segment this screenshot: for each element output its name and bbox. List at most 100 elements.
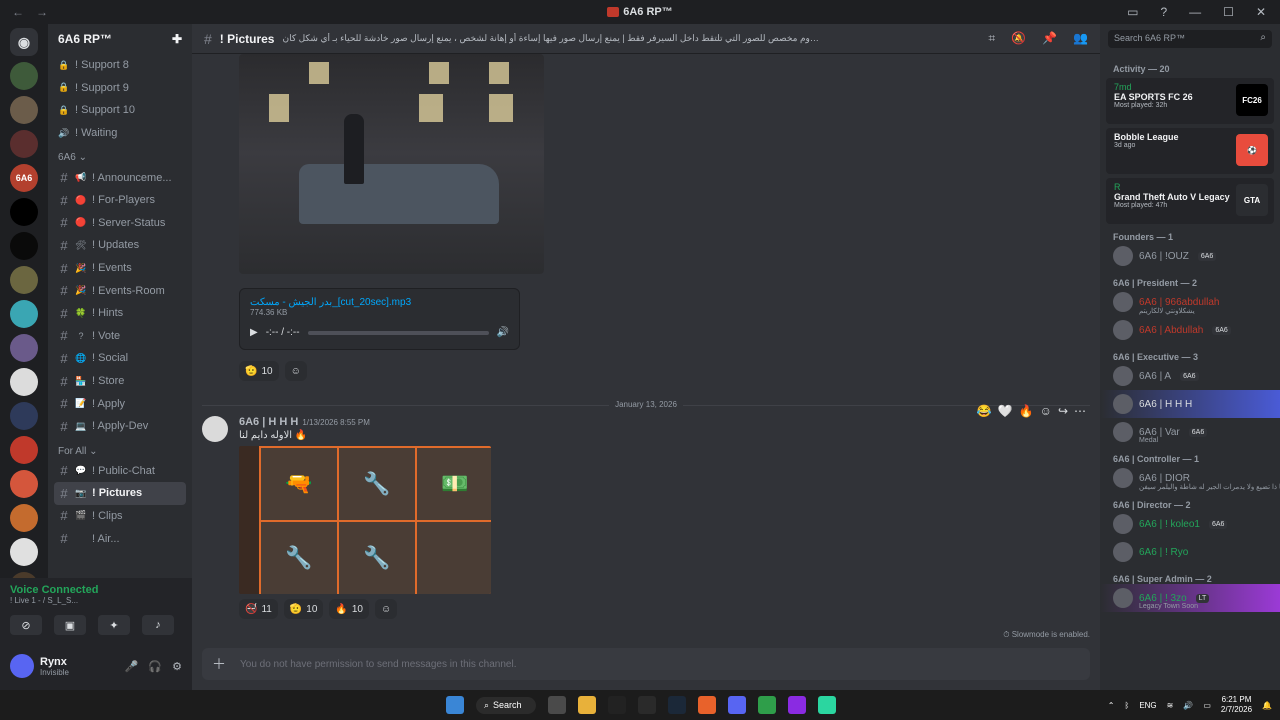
member-item[interactable]: 6A6 | ! koleo1 6A6 (1100, 510, 1280, 538)
maximize-button[interactable]: ☐ (1223, 5, 1234, 19)
member-item[interactable]: 6A6 | Abdullah 6A6 (1100, 316, 1280, 344)
member-item[interactable]: 6A6 | ! 3zo LT Legacy Town Soon (1100, 584, 1280, 612)
screen-share-button[interactable]: ▣ (54, 615, 86, 635)
channel-apply-dev[interactable]: # 💻! Apply-Dev (48, 415, 192, 438)
next-icon[interactable] (787, 696, 806, 714)
channel-apply[interactable]: # 📝! Apply (48, 392, 192, 415)
language-indicator[interactable]: ENG (1139, 701, 1156, 710)
play-icon[interactable]: ▶ (250, 327, 258, 338)
add-reaction-icon[interactable]: ☺ (1040, 404, 1052, 418)
server-icon[interactable] (10, 436, 38, 464)
activity-header[interactable]: Activity — 20 (1100, 64, 1280, 74)
activities-button[interactable]: ✦ (98, 615, 130, 635)
server-header[interactable]: 6A6 RP™ ✚ (48, 24, 192, 54)
category-6a6[interactable]: 6A6 ⌄ (48, 144, 192, 166)
server-icon[interactable] (10, 334, 38, 362)
avatar[interactable] (202, 416, 228, 442)
epic-games-icon[interactable] (607, 696, 626, 714)
soundboard-button[interactable]: ♪ (142, 615, 174, 635)
windows-start-icon[interactable] (446, 696, 464, 714)
server-icon[interactable] (10, 368, 38, 396)
gear-icon[interactable]: ⚙ (172, 660, 182, 673)
member-item[interactable]: 6A6 | DIOR يا ذا تضيع ولا يدمرات الجير له… (1100, 464, 1280, 492)
category-for-all[interactable]: For All ⌄ (48, 438, 192, 460)
volume-icon[interactable]: 🔊 (497, 327, 509, 338)
minimize-button[interactable]: — (1189, 5, 1201, 19)
channel-events-room[interactable]: # 🎉! Events-Room (48, 279, 192, 302)
audio-file-link[interactable]: بدر الجيش - مسكت_[cut_20sec].mp3 (250, 297, 509, 308)
member-item[interactable]: 6A6 | !OUZ 6A6 (1100, 242, 1280, 270)
server-icon[interactable] (10, 266, 38, 294)
reaction-laugh-icon[interactable]: 😂 (977, 404, 992, 418)
channel-support-9[interactable]: 🔒! Support 9 (48, 77, 192, 100)
forward-arrow-icon[interactable]: → (36, 5, 48, 19)
activity-card[interactable]: R Grand Theft Auto V Legacy Most played:… (1106, 178, 1274, 224)
reaction-fire[interactable]: 🔥 10 (329, 599, 369, 619)
discord-home-icon[interactable]: ◉ (10, 28, 38, 56)
activity-card[interactable]: 7md EA SPORTS FC 26 Most played: 32h FC2… (1106, 78, 1274, 124)
channel-support-10[interactable]: 🔒! Support 10 (48, 99, 192, 122)
taskbar-search[interactable]: ⌕ Search (476, 696, 536, 714)
more-icon[interactable]: ⋯ (1074, 404, 1086, 418)
help-icon[interactable]: ? (1160, 5, 1167, 19)
channel-for-players[interactable]: # 🔴! For-Players (48, 189, 192, 212)
clock[interactable]: 6:21 PM 2/7/2026 (1221, 695, 1252, 715)
notification-icon[interactable]: 🔔 (1262, 701, 1272, 710)
app-icon[interactable] (817, 696, 836, 714)
threads-icon[interactable]: ⌗ (988, 31, 995, 46)
bluetooth-icon[interactable]: ᛒ (1125, 701, 1130, 710)
channel-store[interactable]: # 🏪! Store (48, 370, 192, 393)
server-icon[interactable] (10, 470, 38, 498)
server-icon[interactable] (10, 130, 38, 158)
member-item[interactable]: 6A6 | A 6A6 (1100, 362, 1280, 390)
member-item[interactable]: 6A6 | H H H (1100, 390, 1280, 418)
steam-icon[interactable] (667, 696, 686, 714)
member-list-icon[interactable]: 👥 (1073, 31, 1088, 46)
reaction-fire-icon[interactable]: 🔥 (1019, 404, 1034, 418)
close-button[interactable]: ✕ (1256, 5, 1266, 19)
app-icon[interactable] (637, 696, 656, 714)
mute-icon[interactable]: 🔕 (1011, 31, 1026, 46)
channel-public-chat[interactable]: # 💬! Public-Chat (48, 460, 192, 483)
channel-server-status[interactable]: # 🔴! Server-Status (48, 212, 192, 235)
wifi-icon[interactable]: ≋ (1167, 701, 1174, 710)
channel-topic[interactable]: هذا الروم مخصص للصور التي تلتقط داخل الس… (282, 33, 822, 44)
firefox-icon[interactable] (697, 696, 716, 714)
server-icon-6a6[interactable]: 6A6 (10, 164, 38, 192)
headphones-icon[interactable]: 🎧 (148, 660, 162, 673)
plus-icon[interactable]: ＋ (212, 654, 226, 674)
reaction-salute[interactable]: 🫡 10 (239, 361, 279, 381)
battery-icon[interactable]: ▭ (1203, 701, 1211, 710)
member-item[interactable]: 6A6 | 966abdullah يشكلاونتي لالكاريتم (1100, 288, 1280, 316)
server-icon[interactable] (10, 96, 38, 124)
server-icon[interactable] (10, 232, 38, 260)
server-icon[interactable] (10, 402, 38, 430)
camera-off-button[interactable]: ⊘ (10, 615, 42, 635)
chrome-icon[interactable] (757, 696, 776, 714)
channel-vote[interactable]: #?! Vote (48, 325, 192, 348)
member-item[interactable]: 6A6 | ! Ryo (1100, 538, 1280, 566)
voice-connected-label[interactable]: Voice Connected (10, 584, 182, 596)
activity-card[interactable]: Bobble League 3d ago ⚽ (1106, 128, 1274, 174)
avatar[interactable] (10, 654, 34, 678)
screenshot-image[interactable] (239, 54, 544, 274)
server-icon[interactable] (10, 198, 38, 226)
channel-announcements[interactable]: # 📢! Announceme... (48, 166, 192, 189)
chevron-up-icon[interactable]: ⌃ (1108, 701, 1115, 710)
inbox-icon[interactable]: ▭ (1127, 5, 1138, 19)
reaction-no-smoking[interactable]: 🚭 11 (239, 599, 278, 619)
discord-icon[interactable] (727, 696, 746, 714)
file-explorer-icon[interactable] (577, 696, 596, 714)
microphone-icon[interactable]: 🎤 (125, 660, 139, 673)
channel-clips[interactable]: # 🎬! Clips (48, 505, 192, 528)
channel-hints[interactable]: # 🍀! Hints (48, 302, 192, 325)
audio-seek-bar[interactable] (307, 330, 489, 335)
channel-events[interactable]: # 🎉! Events (48, 257, 192, 280)
server-icon[interactable] (10, 504, 38, 532)
message-author[interactable]: 6A6 | H H H 1/13/2026 8:55 PM (239, 416, 370, 428)
channel-waiting[interactable]: 🔊! Waiting (48, 122, 192, 145)
reaction-heart-icon[interactable]: 🤍 (998, 404, 1013, 418)
member-item[interactable]: 6A6 | Var 6A6 Medal (1100, 418, 1280, 446)
search-input[interactable]: Search 6A6 RP™ ⌕ (1108, 30, 1272, 48)
channel-pictures[interactable]: # 📷! Pictures (54, 482, 186, 505)
